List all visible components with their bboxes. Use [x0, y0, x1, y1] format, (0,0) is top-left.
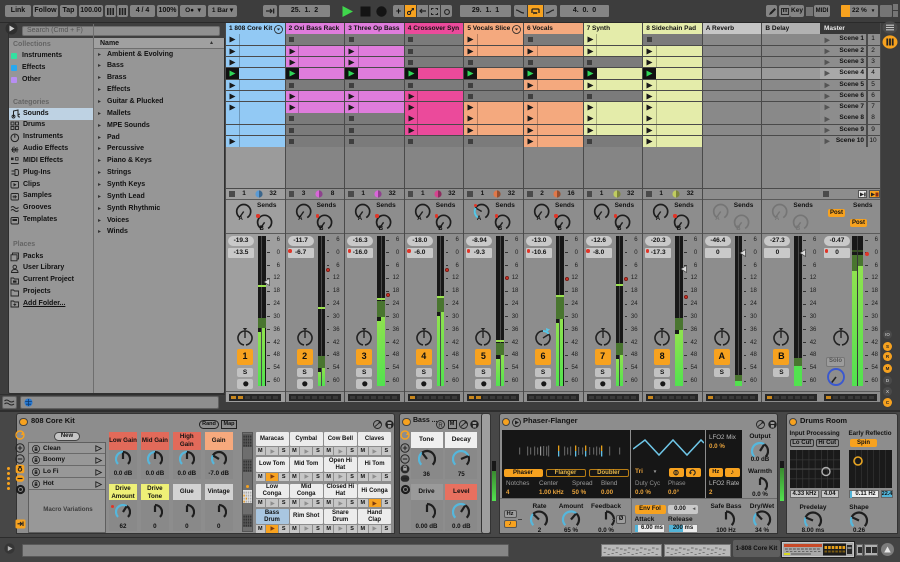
- svg-text:R: R: [438, 422, 443, 428]
